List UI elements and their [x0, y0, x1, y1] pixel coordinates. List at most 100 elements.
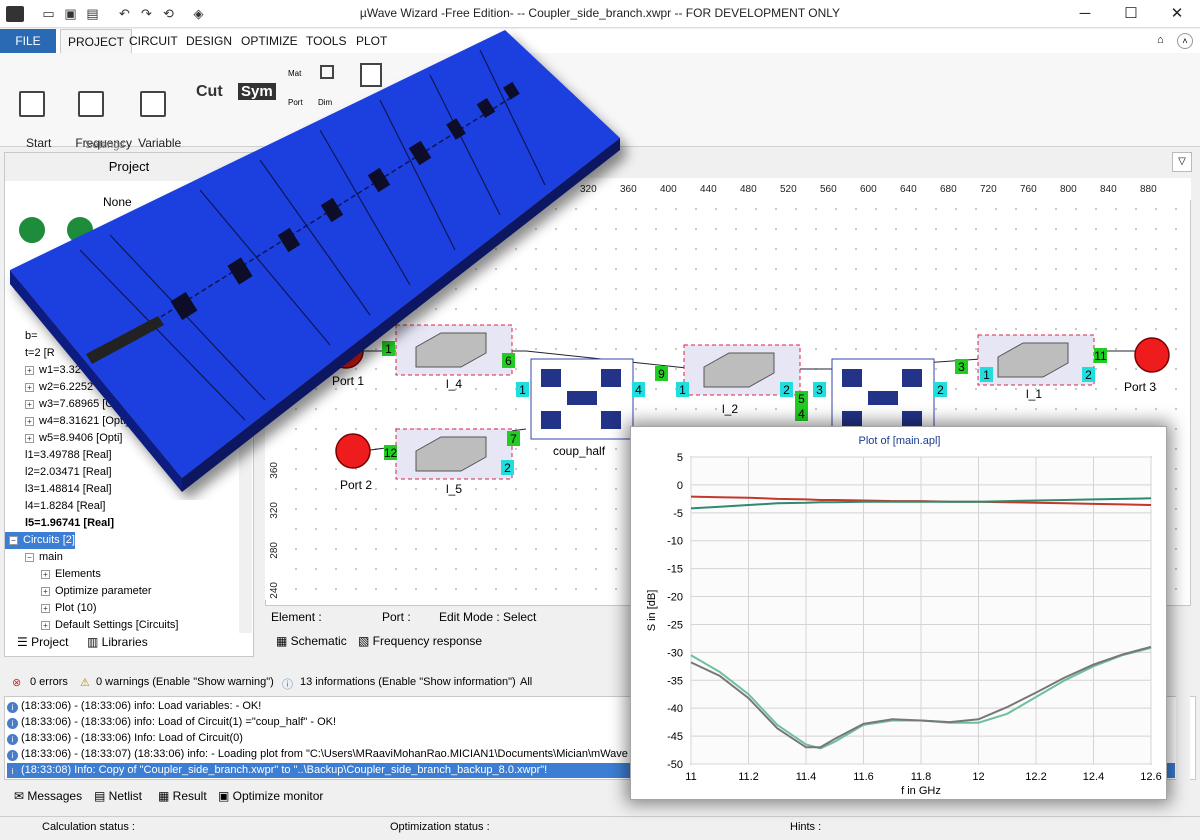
ruler-y-tick: 240: [269, 582, 280, 599]
x-tick-label: 11.8: [911, 771, 932, 783]
tree-item[interactable]: l3=1.48814 [Real]: [5, 481, 112, 498]
filter-all[interactable]: All: [520, 676, 532, 688]
tree-item[interactable]: + w2=6.2252: [5, 379, 93, 396]
plot-chart: 11 11.2 11.4 11.6 11.8 12 12.2 12.4 12.6 5 0 -5 -10 -…: [646, 452, 1162, 797]
node-label: 11: [1094, 349, 1107, 363]
node-label: 9: [658, 367, 665, 381]
dim-button[interactable]: Dim: [318, 98, 332, 107]
close-button[interactable]: ✕: [1154, 0, 1200, 28]
coupler-cell: [601, 411, 621, 429]
disk-icon[interactable]: [320, 65, 334, 79]
start-project-button[interactable]: Start project: [9, 187, 55, 307]
tab-schematic[interactable]: ▦ Schematic: [276, 634, 347, 648]
window-icon[interactable]: [360, 63, 382, 87]
minimize-button[interactable]: ─: [1062, 0, 1108, 28]
tree-item[interactable]: − Circuits [2]: [5, 532, 75, 549]
expand-icon[interactable]: +: [25, 400, 34, 409]
infos-count[interactable]: 13 informations (Enable "Show informatio…: [300, 676, 516, 688]
tab-file[interactable]: FILE: [0, 29, 56, 53]
expand-icon[interactable]: +: [25, 366, 34, 375]
tree-item[interactable]: + Elements: [5, 566, 101, 583]
plot-window[interactable]: Plot of [main.apl] 11 11.2 11.4 11.6 11.8 12 1…: [630, 426, 1167, 800]
expand-icon[interactable]: +: [41, 570, 50, 579]
port-circle[interactable]: [1134, 337, 1170, 373]
cut-button[interactable]: Cut: [196, 83, 223, 101]
schematic-status: Element : Port : Edit Mode : Select: [265, 610, 665, 630]
tab-project-panel[interactable]: ☰ Project: [17, 635, 68, 649]
tree-item[interactable]: b=: [5, 328, 38, 345]
errors-count[interactable]: 0 errors: [30, 676, 68, 688]
y-tick-label: -35: [667, 675, 683, 687]
tree-item-label: w1=3.32: [39, 364, 81, 376]
tree-item[interactable]: − main: [5, 549, 63, 566]
port-label: Port 1: [332, 374, 364, 388]
tab-design[interactable]: DESIGN: [179, 29, 239, 53]
calculation-status: Calculation status :: [42, 821, 135, 833]
coupler-cell: [541, 411, 561, 429]
tab-optimize[interactable]: OPTIMIZE: [234, 29, 305, 53]
tab-circuit[interactable]: CIRCUIT: [122, 29, 185, 53]
tree-item[interactable]: l1=3.49788 [Real]: [5, 447, 112, 464]
expand-icon[interactable]: +: [25, 383, 34, 392]
tab-tools[interactable]: TOOLS: [299, 29, 353, 53]
tab-messages[interactable]: ✉ Messages: [14, 789, 82, 803]
tree-item[interactable]: + Default Settings [Circuits]: [5, 617, 179, 634]
tree-item-label: w2=6.2252: [39, 381, 94, 393]
y-tick-label: 0: [677, 480, 683, 492]
tree-item[interactable]: + w4=8.31621 [Opti]: [5, 413, 129, 430]
collapse-icon[interactable]: −: [9, 536, 18, 545]
tab-libraries[interactable]: ▥ Libraries: [87, 635, 148, 649]
port-button[interactable]: Port: [288, 98, 303, 107]
tree-item[interactable]: + w5=8.9406 [Opti]: [5, 430, 122, 447]
tree-item-label: Default Settings [Circuits]: [55, 619, 179, 631]
collapse-panel-icon[interactable]: ▽: [1172, 152, 1192, 172]
y-tick-label: -30: [667, 647, 683, 659]
tree-item[interactable]: l5=1.96741 [Real]: [5, 515, 114, 532]
ruler-x-tick: 480: [740, 184, 757, 195]
frequency-icon: [78, 91, 104, 117]
y-tick-label: -50: [667, 759, 683, 771]
start-circuit-button[interactable]: Start circuit: [57, 187, 103, 307]
port-circle[interactable]: [328, 333, 364, 369]
tree-item[interactable]: + Optimize parameter: [5, 583, 152, 600]
tree-item[interactable]: l4=1.8284 [Real]: [5, 498, 105, 515]
tree-item-label: main: [39, 551, 63, 563]
tree-item[interactable]: + Plot (10): [5, 600, 97, 617]
expand-icon[interactable]: +: [41, 621, 50, 630]
info-icon: i: [7, 702, 18, 713]
home-icon[interactable]: ⌂: [1157, 34, 1164, 46]
start-project-label: Start project: [13, 262, 52, 291]
port-status: Port :: [382, 610, 411, 624]
tab-netlist[interactable]: ▤ Netlist: [94, 789, 142, 803]
error-icon: ⊗: [12, 677, 22, 689]
node-label: 7: [510, 432, 517, 446]
project-panel: Project Start project Start circuit None…: [4, 152, 254, 657]
tree-item[interactable]: t=2 [R: [5, 345, 55, 362]
tab-optimize-monitor[interactable]: ▣ Optimize monitor: [218, 789, 323, 803]
log-scrollbar[interactable]: [1176, 696, 1190, 780]
expand-icon[interactable]: +: [41, 587, 50, 596]
sym-button[interactable]: Sym: [238, 83, 276, 100]
warnings-count[interactable]: 0 warnings (Enable "Show warning"): [96, 676, 274, 688]
node-label: 12: [384, 446, 398, 460]
tab-plot[interactable]: PLOT: [349, 29, 394, 53]
tab-frequency-response[interactable]: ▧ Frequency response: [358, 634, 482, 648]
collapse-icon[interactable]: −: [25, 553, 34, 562]
expand-icon[interactable]: +: [25, 417, 34, 426]
tree-item[interactable]: l2=2.03471 [Real]: [5, 464, 112, 481]
tree-item[interactable]: + w1=3.32: [5, 362, 81, 379]
expand-icon[interactable]: +: [25, 434, 34, 443]
mat-button[interactable]: Mat: [288, 69, 301, 78]
tree-item-label: Circuits [2]: [23, 534, 75, 546]
maximize-button[interactable]: ☐: [1108, 0, 1154, 28]
info-icon: i: [7, 734, 18, 745]
chevron-up-icon[interactable]: ˄: [1177, 33, 1193, 49]
tree-item[interactable]: + w3=7.68965 [Opti]: [5, 396, 129, 413]
x-tick-label: 12.4: [1083, 771, 1104, 783]
tab-result[interactable]: ▦ Result: [158, 789, 207, 803]
tree-scrollbar[interactable]: [239, 273, 252, 633]
expand-icon[interactable]: +: [41, 604, 50, 613]
node-label: 1: [519, 383, 526, 397]
port-circle[interactable]: [335, 433, 371, 469]
tree-item-label: t=2 [R: [25, 347, 55, 359]
